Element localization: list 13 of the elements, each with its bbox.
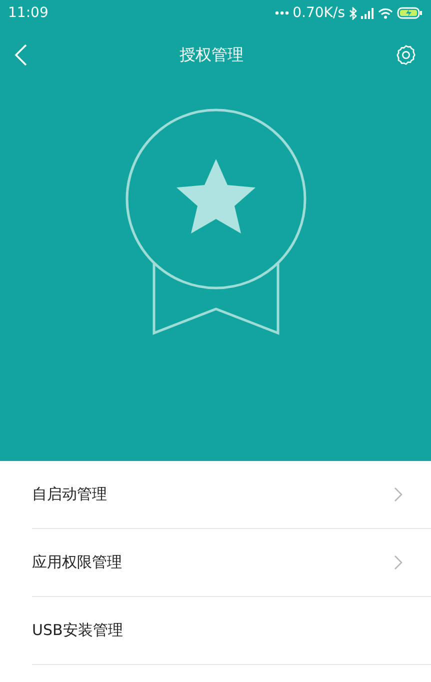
- bluetooth-icon: [349, 6, 357, 20]
- back-icon[interactable]: [14, 44, 28, 66]
- dots-icon: [274, 11, 289, 15]
- network-speed: 0.70K/s: [292, 4, 345, 22]
- settings-icon[interactable]: [395, 44, 417, 66]
- menu-item-label[interactable]: 应用权限管理: [32, 551, 122, 574]
- page-title: 授权管理: [180, 44, 244, 66]
- signal-icon: [361, 8, 374, 18]
- battery-icon: [397, 7, 423, 19]
- menu-item-label[interactable]: 自启动管理: [32, 483, 107, 506]
- status-time: 11:09: [8, 4, 48, 22]
- menu-item-label[interactable]: USB安装管理: [32, 619, 123, 642]
- wifi-icon: [378, 8, 393, 18]
